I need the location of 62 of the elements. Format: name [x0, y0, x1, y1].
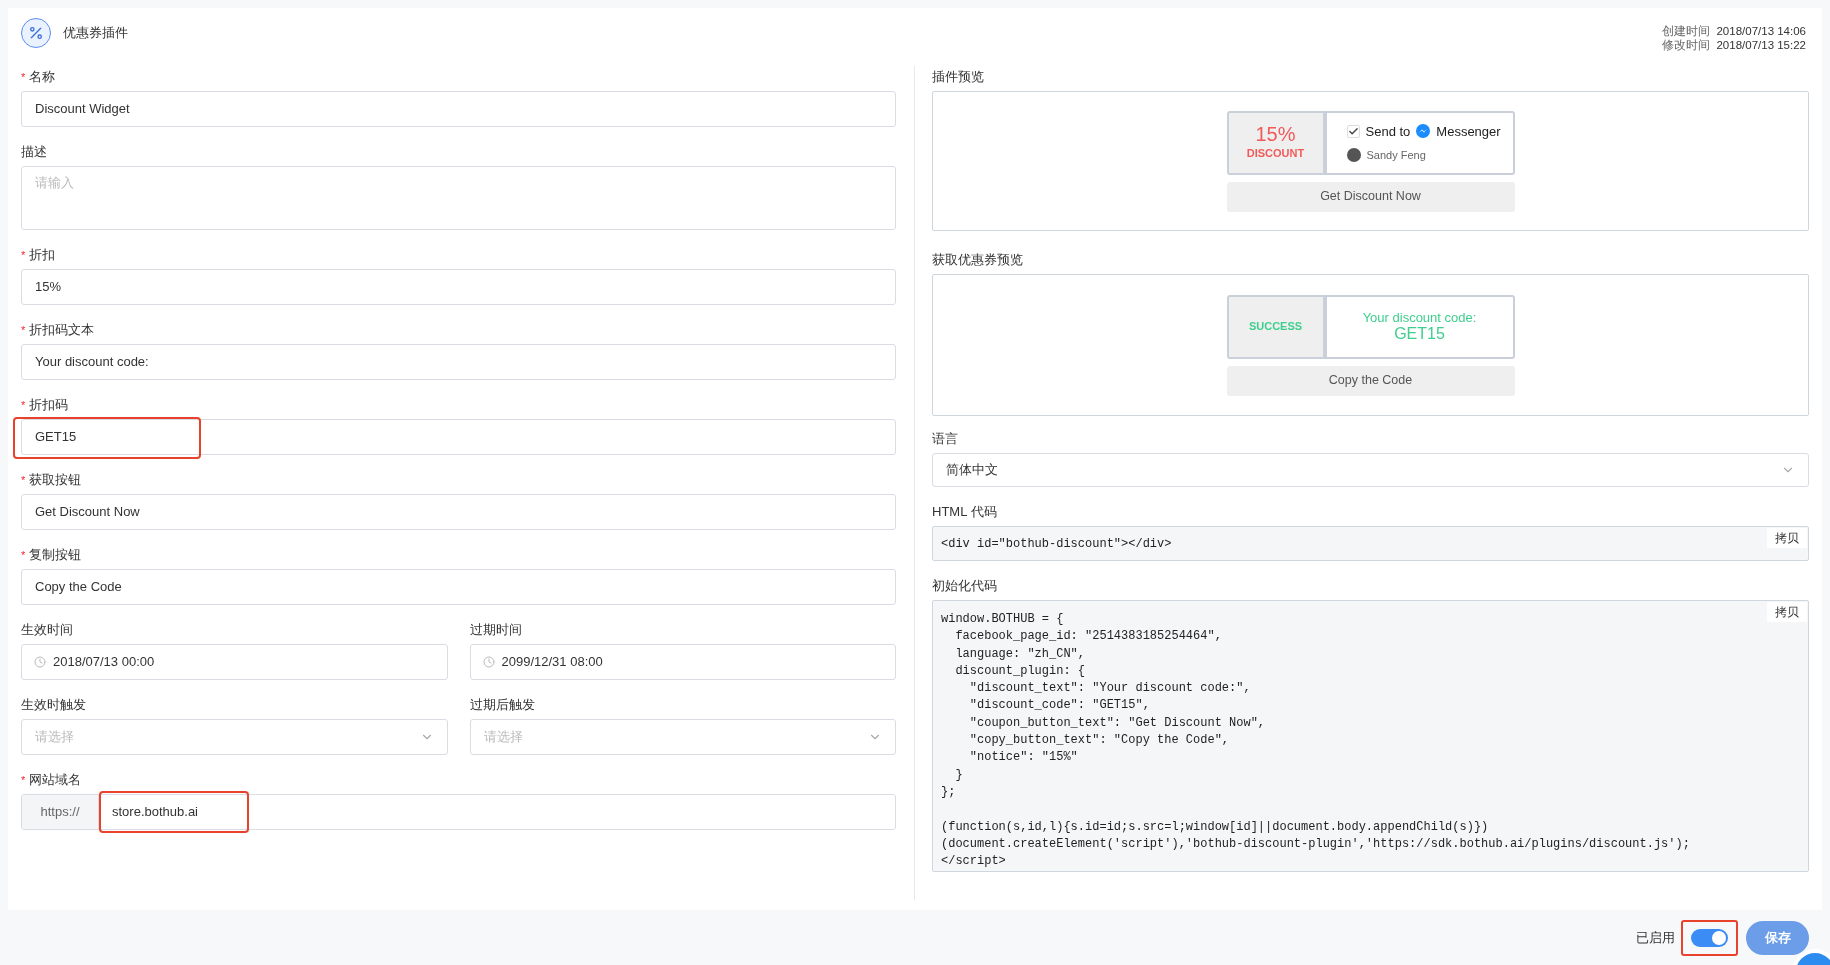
section-label: 初始化代码 [932, 577, 998, 596]
language-select[interactable]: 简体中文 [932, 453, 1809, 487]
checkbox[interactable] [1346, 124, 1360, 138]
required-mark: * [21, 772, 26, 788]
success-tag: SUCCESS [1226, 294, 1325, 359]
section-label: 获取优惠券预览 [932, 251, 1024, 270]
field-label: 过期后触发 [469, 696, 535, 715]
copy-button[interactable]: 拷贝 [1767, 528, 1807, 548]
discount-code: GET15 [1394, 325, 1445, 343]
avatar [1346, 148, 1361, 163]
required-mark: * [21, 69, 26, 85]
required-mark: * [21, 472, 26, 488]
section-label: 语言 [932, 430, 959, 449]
field-label: 生效时间 [21, 621, 73, 640]
copy-code-button[interactable]: Copy the Code [1226, 365, 1515, 396]
required-mark: * [21, 247, 26, 263]
field-label: 描述 [21, 143, 47, 162]
date-field[interactable]: 2018/07/13 00:00 [21, 644, 448, 680]
text-field[interactable]: GET15 [21, 419, 896, 455]
meta-label: 创建时间 [1662, 24, 1711, 38]
clock-icon [482, 656, 495, 668]
text-field[interactable]: Your discount code: [21, 344, 896, 380]
send-to-text: Send to [1365, 122, 1411, 141]
section-label: HTML 代码 [932, 503, 998, 522]
messenger-icon [1416, 124, 1431, 139]
required-mark: * [21, 547, 26, 563]
clock-icon [34, 656, 46, 668]
toggle-switch[interactable] [1691, 928, 1728, 947]
code-caption: Your discount code: [1362, 310, 1477, 325]
page-title: 优惠券插件 [63, 24, 128, 43]
field-label: 生效时触发 [21, 696, 86, 715]
date-value: 2018/07/13 00:00 [53, 653, 155, 672]
required-mark: * [21, 397, 26, 413]
get-discount-button[interactable]: Get Discount Now [1226, 181, 1515, 212]
meta-value: 2018/07/13 15:22 [1716, 38, 1806, 52]
text-field[interactable]: Copy the Code [21, 569, 896, 605]
text-field[interactable]: 15% [21, 269, 896, 305]
date-field[interactable]: 2099/12/31 08:00 [469, 644, 896, 680]
messenger-text: Messenger [1436, 122, 1501, 141]
field-label: 网站域名 [29, 771, 82, 790]
discount-word: DISCOUNT [1246, 146, 1305, 162]
field-label: 获取按钮 [29, 471, 82, 490]
text-field[interactable]: Get Discount Now [21, 494, 896, 530]
copy-button[interactable]: 拷贝 [1767, 602, 1807, 622]
user-name: Sandy Feng [1366, 148, 1426, 163]
enabled-label: 已启用 [1636, 928, 1675, 947]
date-value: 2099/12/31 08:00 [501, 653, 603, 672]
required-mark: * [21, 322, 26, 338]
field-label: 过期时间 [469, 621, 522, 640]
code-text: window.BOTHUB = { facebook_page_id: "2514383185254464", language: "zh_CN", discount_plugin: { "discount_text": "Your discount code:", "discount_code": "GET15", "coupon_button_text": "Get Discount Now", "copy_button_text": "Copy the Code", "notice": "15%" } }; (function(s,id,l){s.id=id;s.src=l;window[id]||document.body.appendChild(s)}) (document.createElement('script'),'bothub-discount-plugin','https://sdk.bothub.ai/plugins/discount.js'); </script> [941, 611, 1690, 871]
field-label: 折扣码 [29, 396, 69, 415]
field-label: 折扣 [29, 246, 56, 265]
section-label: 插件预览 [932, 68, 985, 87]
field-label: 复制按钮 [29, 546, 82, 565]
discount-percent: 15% [1255, 123, 1296, 146]
text-field[interactable]: Discount Widget [21, 91, 896, 127]
percent-icon [21, 18, 51, 48]
meta-value: 2018/07/13 14:06 [1716, 24, 1806, 38]
meta-label: 修改时间 [1662, 38, 1711, 52]
code-text: <div id="bothub-discount"></div> [941, 535, 1172, 553]
field-label: 名称 [29, 68, 56, 87]
field-label: 折扣码文本 [29, 321, 95, 340]
